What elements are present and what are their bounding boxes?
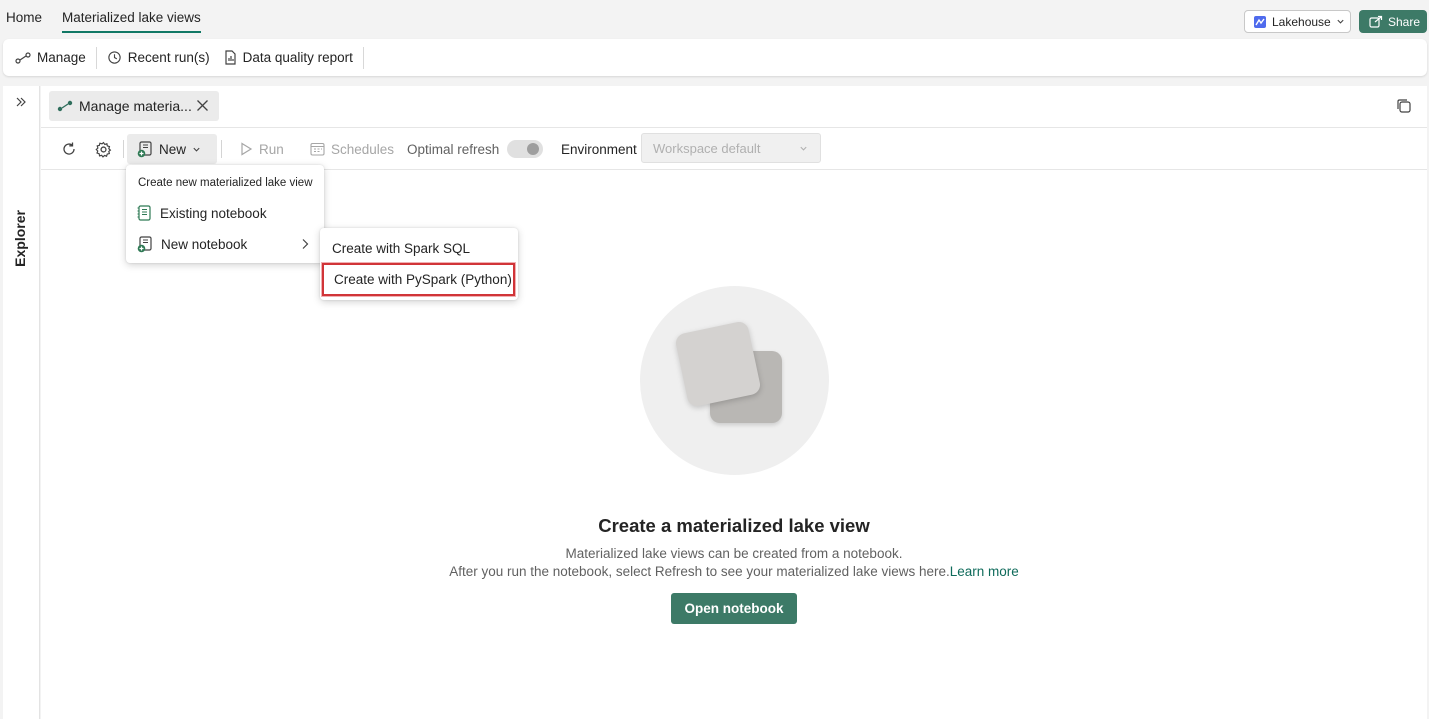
illustration-square-front <box>674 320 762 408</box>
ribbon: Manage Recent run(s) Data quality report <box>3 39 1427 76</box>
notebook-add-icon <box>137 235 152 252</box>
toolbar-divider <box>221 140 222 158</box>
close-icon[interactable] <box>196 99 209 112</box>
menu-item-label: Existing notebook <box>160 205 267 221</box>
tab-manage-materialized-views[interactable]: Manage materia... <box>49 91 219 121</box>
lakehouse-label: Lakehouse <box>1272 14 1331 29</box>
chevron-down-icon <box>1337 19 1344 24</box>
data-quality-report-label: Data quality report <box>242 50 353 65</box>
environment-label: Environment <box>561 141 637 157</box>
settings-gear-icon[interactable] <box>95 128 112 170</box>
top-tab-bar: Home Materialized lake views Lakehouse S… <box>0 0 1429 38</box>
share-label: Share <box>1388 14 1421 29</box>
recent-runs-label: Recent run(s) <box>127 50 210 65</box>
manage-button[interactable]: Manage <box>3 46 96 70</box>
chevron-down-icon <box>800 146 807 151</box>
run-label: Run <box>259 141 284 157</box>
menu-item-new-notebook[interactable]: New notebook <box>126 229 324 259</box>
data-quality-report-button[interactable]: Data quality report <box>220 46 363 70</box>
empty-state-description-2: After you run the notebook, select Refre… <box>41 564 1427 579</box>
notebook-add-icon <box>137 140 152 157</box>
expand-explorer-icon[interactable] <box>15 96 27 108</box>
tab-home[interactable]: Home <box>6 10 42 25</box>
share-button[interactable]: Share <box>1359 10 1427 33</box>
recent-runs-button[interactable]: Recent run(s) <box>97 46 220 70</box>
toolbar: New Run Schedules Optimal refresh Enviro… <box>41 128 1427 170</box>
lineage-icon <box>57 100 73 112</box>
lineage-icon <box>15 51 31 64</box>
copy-icon[interactable] <box>1396 98 1412 114</box>
play-icon <box>241 142 253 156</box>
new-notebook-submenu: Create with Spark SQL Create with PySpar… <box>320 228 518 300</box>
report-icon <box>224 50 236 65</box>
new-label: New <box>159 141 187 157</box>
ribbon-divider <box>362 46 364 69</box>
new-dropdown-menu: Create new materialized lake view Existi… <box>126 165 324 263</box>
schedules-button[interactable]: Schedules <box>310 128 394 170</box>
empty-state-illustration <box>640 286 829 475</box>
menu-item-existing-notebook[interactable]: Existing notebook <box>126 198 324 228</box>
tab-label: Manage materia... <box>79 98 192 114</box>
open-notebook-button[interactable]: Open notebook <box>671 593 797 624</box>
share-icon <box>1369 15 1383 28</box>
empty-state-description: Materialized lake views can be created f… <box>565 546 903 561</box>
tab-materialized-lake-views[interactable]: Materialized lake views <box>62 10 201 33</box>
chevron-down-icon <box>193 147 200 152</box>
menu-item-create-pyspark[interactable]: Create with PySpark (Python) <box>322 263 515 296</box>
new-button[interactable]: New <box>127 134 217 164</box>
schedules-label: Schedules <box>331 141 395 157</box>
explorer-panel: Explorer <box>3 86 40 719</box>
manage-label: Manage <box>37 50 86 65</box>
run-button[interactable]: Run <box>239 128 284 170</box>
lakehouse-icon <box>1254 15 1266 28</box>
menu-header: Create new materialized lake view <box>138 177 313 189</box>
menu-item-create-spark-sql[interactable]: Create with Spark SQL <box>320 233 518 263</box>
chevron-right-icon <box>302 239 309 249</box>
environment-select[interactable]: Workspace default <box>641 133 821 163</box>
empty-state-title: Create a materialized lake view <box>598 515 870 536</box>
lakehouse-dropdown[interactable]: Lakehouse <box>1244 10 1351 33</box>
empty-state-line2: After you run the notebook, select Refre… <box>449 564 950 579</box>
learn-more-link[interactable]: Learn more <box>950 564 1019 579</box>
optimal-refresh-label: Optimal refresh <box>407 141 500 157</box>
calendar-icon <box>310 142 325 156</box>
history-icon <box>108 51 121 64</box>
toolbar-divider <box>123 140 124 158</box>
explorer-label[interactable]: Explorer <box>12 210 28 267</box>
optimal-refresh-toggle[interactable] <box>507 140 543 158</box>
refresh-icon[interactable] <box>61 128 77 170</box>
document-tab-bar: Manage materia... <box>41 86 1427 128</box>
environment-value: Workspace default <box>653 140 761 156</box>
notebook-icon <box>137 205 151 221</box>
menu-item-label: New notebook <box>161 236 248 252</box>
